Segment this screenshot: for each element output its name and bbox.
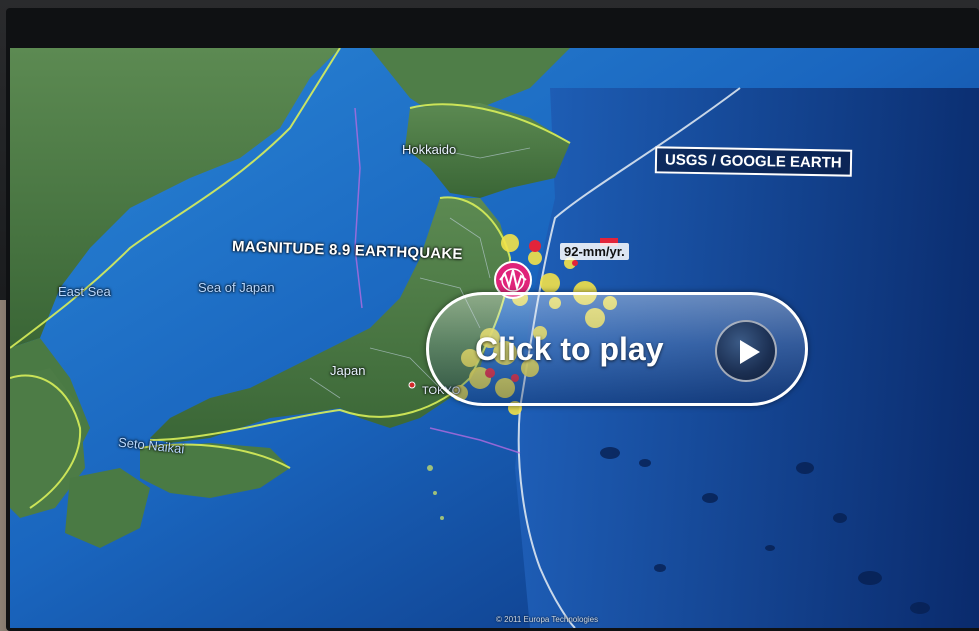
map-copyright: © 2011 Europa Technologies — [496, 615, 599, 624]
click-to-play-button[interactable]: Click to play — [426, 292, 808, 406]
plate-rate-label: 92-mm/yr. — [560, 243, 629, 260]
label-east-sea: East Sea — [58, 284, 111, 299]
label-japan: Japan — [330, 363, 366, 378]
play-icon[interactable] — [715, 320, 777, 382]
video-player[interactable]: Hokkaido MAGNITUDE 8.9 EARTHQUAKE 92-mm/… — [0, 0, 979, 631]
label-sea-of-japan: Sea of Japan — [198, 280, 275, 295]
source-badge: USGS / GOOGLE EARTH — [654, 146, 852, 177]
play-triangle-icon — [740, 340, 760, 364]
play-button-label: Click to play — [475, 331, 664, 367]
label-hokkaido: Hokkaido — [402, 142, 457, 157]
